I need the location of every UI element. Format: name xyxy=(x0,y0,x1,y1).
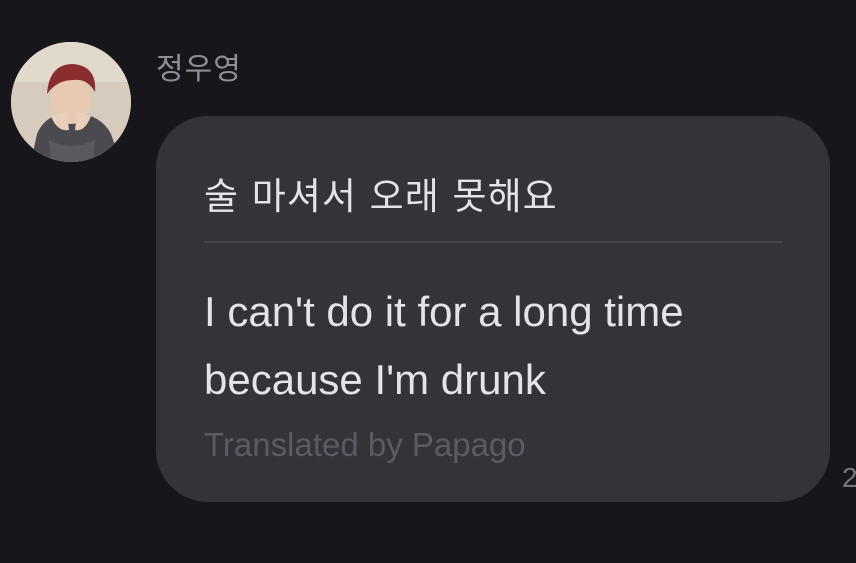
message-timestamp: 2 xyxy=(842,462,856,493)
avatar-photo-icon xyxy=(11,42,131,162)
original-message-text: 술 마셔서 오래 못해요 xyxy=(204,175,558,218)
sender-avatar[interactable] xyxy=(11,42,131,162)
translation-attribution: Translated by Papago xyxy=(204,426,526,463)
translated-message-text: I can't do it for a long time because I'… xyxy=(204,288,684,403)
sender-name: 정우영 xyxy=(156,52,242,87)
translation-divider xyxy=(204,241,782,243)
message-bubble[interactable]: 술 마셔서 오래 못해요 I can't do it for a long ti… xyxy=(156,116,830,502)
